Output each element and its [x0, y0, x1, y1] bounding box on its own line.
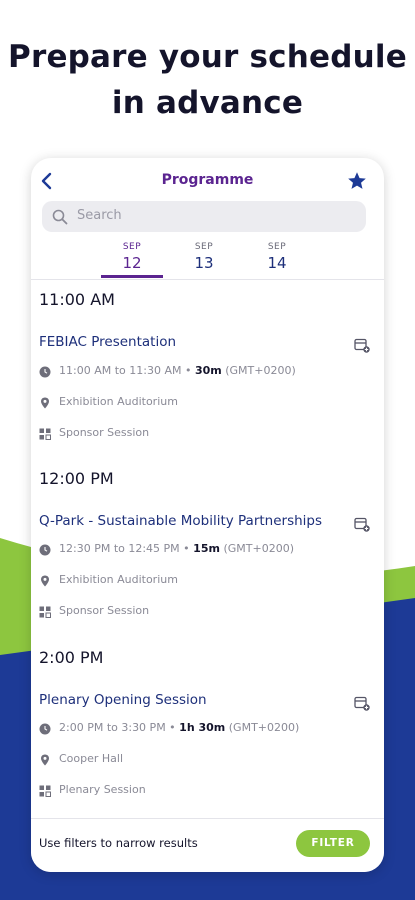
filter-footer: Use filters to narrow results FILTER	[31, 818, 384, 872]
top-bar: Programme	[31, 158, 384, 204]
clock-icon	[39, 723, 51, 735]
active-tab-indicator	[101, 275, 163, 278]
location-pin-icon	[41, 575, 49, 587]
location-pin-icon	[41, 397, 49, 409]
session-type: Sponsor Session	[59, 604, 150, 617]
tab-sep-13[interactable]: SEP 13	[173, 242, 235, 272]
page-title: Programme	[161, 172, 254, 188]
session-time: 11:00 AM to 11:30 AM • 30m (GMT+0200)	[59, 364, 296, 377]
session-title[interactable]: Q-Park - Sustainable Mobility Partnershi…	[39, 513, 322, 529]
filter-hint: Use filters to narrow results	[39, 836, 198, 850]
time-header: 12:00 PM	[39, 469, 114, 488]
session-type-icon	[39, 606, 51, 618]
search-placeholder: Search	[77, 208, 122, 223]
divider	[31, 279, 384, 280]
date-tabs: SEP 12 SEP 13 SEP 14	[31, 240, 384, 280]
tab-day: 12	[122, 254, 142, 272]
headline-line-1: Prepare your schedule	[8, 39, 407, 75]
tab-month: SEP	[267, 242, 287, 252]
session-location: Exhibition Auditorium	[59, 573, 178, 586]
clock-icon	[39, 544, 51, 556]
app-screen: Programme Search SEP 12 SEP 13 SEP 14 11…	[31, 158, 384, 872]
session-time: 2:00 PM to 3:30 PM • 1h 30m (GMT+0200)	[59, 721, 300, 734]
headline-line-2: in advance	[111, 85, 304, 121]
session-type: Plenary Session	[59, 783, 146, 796]
tab-day: 13	[194, 254, 214, 272]
search-input[interactable]: Search	[42, 201, 366, 232]
time-header: 11:00 AM	[39, 290, 115, 309]
tab-sep-12[interactable]: SEP 12	[101, 242, 163, 272]
filter-button[interactable]: FILTER	[296, 830, 370, 857]
add-to-calendar-icon[interactable]	[354, 695, 370, 711]
star-icon[interactable]	[346, 170, 368, 192]
session-type-icon	[39, 428, 51, 440]
tab-sep-14[interactable]: SEP 14	[246, 242, 308, 272]
session-location: Cooper Hall	[59, 752, 124, 765]
add-to-calendar-icon[interactable]	[354, 337, 370, 353]
add-to-calendar-icon[interactable]	[354, 516, 370, 532]
time-header: 2:00 PM	[39, 648, 104, 667]
session-title[interactable]: Plenary Opening Session	[39, 692, 207, 708]
session-location: Exhibition Auditorium	[59, 395, 178, 408]
session-type-icon	[39, 785, 51, 797]
session-title[interactable]: FEBIAC Presentation	[39, 334, 176, 350]
session-type: Sponsor Session	[59, 426, 150, 439]
tab-month: SEP	[194, 242, 214, 252]
clock-icon	[39, 366, 51, 378]
location-pin-icon	[41, 754, 49, 766]
tab-month: SEP	[122, 242, 142, 252]
session-time: 12:30 PM to 12:45 PM • 15m (GMT+0200)	[59, 542, 294, 555]
headline: Prepare your schedule in advance	[0, 34, 415, 126]
tab-day: 14	[267, 254, 287, 272]
search-icon	[52, 209, 68, 225]
